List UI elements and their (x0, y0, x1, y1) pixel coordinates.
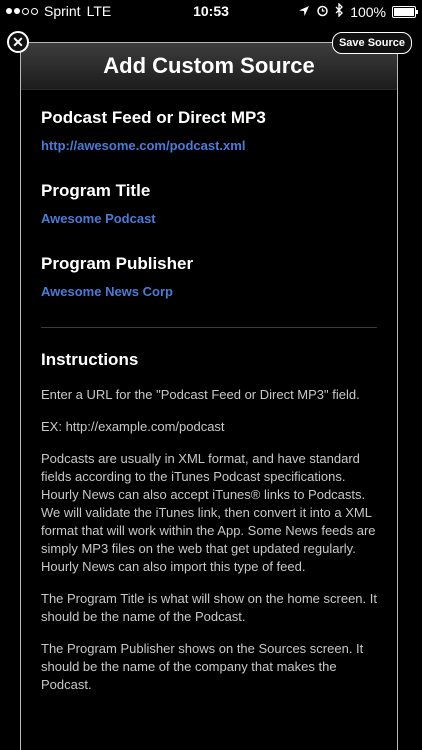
feed-url-label: Podcast Feed or Direct MP3 (41, 108, 266, 127)
alarm-icon (316, 4, 329, 20)
instructions-title: Instructions (41, 350, 139, 369)
instructions-paragraph: Podcasts are usually in XML format, and … (41, 451, 376, 574)
instructions-paragraph: Enter a URL for the "Podcast Feed or Dir… (41, 387, 360, 402)
location-arrow-icon (298, 4, 310, 20)
modal-body: Podcast Feed or Direct MP3 http://awesom… (21, 90, 397, 694)
instructions-paragraph: EX: http://example.com/podcast (41, 419, 225, 434)
program-title-label: Program Title (41, 181, 151, 200)
program-publisher-label: Program Publisher (41, 254, 194, 273)
battery-percent: 100% (350, 3, 386, 20)
screen: Sprint LTE 10:53 100% ✕ Save Source Add … (0, 0, 422, 750)
divider (41, 327, 377, 328)
instructions-paragraph: The Program Publisher shows on the Sourc… (41, 641, 364, 692)
add-source-modal: Add Custom Source Podcast Feed or Direct… (20, 42, 398, 750)
instructions-paragraph: The Program Title is what will show on t… (41, 591, 377, 624)
save-source-button[interactable]: Save Source (331, 32, 412, 54)
close-icon: ✕ (12, 33, 24, 50)
status-bar: Sprint LTE 10:53 100% (0, 0, 422, 24)
battery-icon (392, 5, 418, 18)
bluetooth-icon (335, 2, 344, 20)
program-title-field[interactable]: Awesome Podcast (41, 211, 377, 226)
feed-url-field[interactable]: http://awesome.com/podcast.xml (41, 138, 377, 153)
close-button[interactable]: ✕ (7, 31, 29, 53)
battery-fill (394, 7, 414, 16)
program-publisher-field[interactable]: Awesome News Corp (41, 284, 377, 299)
status-right: 100% (298, 2, 418, 20)
